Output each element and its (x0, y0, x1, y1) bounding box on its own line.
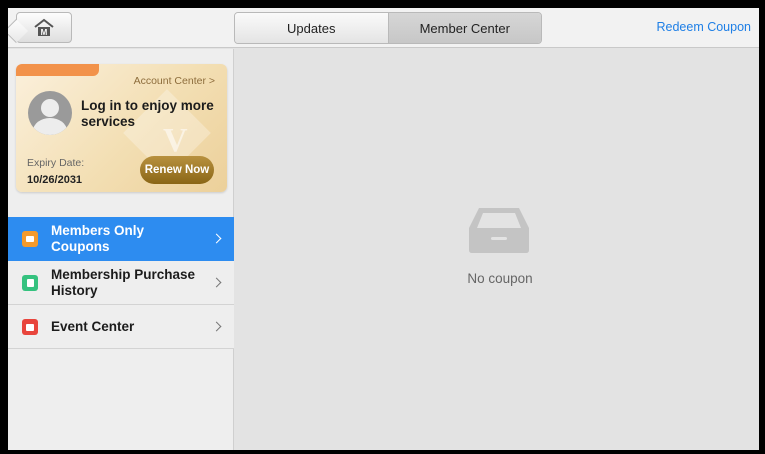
purchase-history-icon (22, 275, 38, 291)
app-screen: M Updates Member Center Redeem Coupon V … (8, 8, 759, 450)
coupon-icon (22, 231, 38, 247)
tab-member-center[interactable]: Member Center (387, 13, 541, 43)
expiry-date: 10/26/2031 (27, 174, 83, 186)
avatar-icon[interactable] (28, 91, 72, 135)
main-content: No coupon (235, 49, 759, 450)
chevron-right-icon (211, 233, 222, 244)
sidebar-item-event-center[interactable]: Event Center (8, 305, 234, 349)
home-button[interactable]: M (16, 12, 72, 43)
member-card: V Account Center > Log in to enjoy more … (16, 64, 227, 192)
gift-icon (22, 319, 38, 335)
sidebar-item-membership-purchase-history[interactable]: Membership Purchase History (8, 261, 234, 305)
sidebar-menu: Members Only Coupons Membership Purchase… (8, 217, 234, 349)
redeem-coupon-link[interactable]: Redeem Coupon (656, 20, 751, 34)
tab-updates[interactable]: Updates (235, 13, 388, 43)
login-prompt[interactable]: Log in to enjoy more services (81, 98, 221, 130)
top-bar: M Updates Member Center Redeem Coupon (8, 8, 759, 48)
sidebar-item-members-only-coupons[interactable]: Members Only Coupons (8, 217, 234, 261)
sidebar-item-label: Members Only Coupons (51, 222, 145, 254)
chevron-right-icon (211, 277, 222, 288)
tab-group: Updates Member Center (234, 12, 542, 44)
card-accent-strip (16, 64, 99, 76)
chevron-right-icon (211, 321, 222, 332)
expiry-label: Expiry Date: (27, 157, 85, 169)
sidebar: V Account Center > Log in to enjoy more … (8, 49, 234, 450)
home-icon-letter: M (41, 28, 48, 37)
renew-now-button[interactable]: Renew Now (140, 156, 214, 184)
sidebar-item-label: Membership Purchase History (51, 266, 196, 298)
empty-state-text: No coupon (467, 271, 533, 286)
sidebar-item-label: Event Center (51, 318, 135, 334)
home-icon: M (34, 18, 54, 37)
empty-tray-icon (469, 208, 529, 253)
account-center-link[interactable]: Account Center > (134, 75, 215, 87)
